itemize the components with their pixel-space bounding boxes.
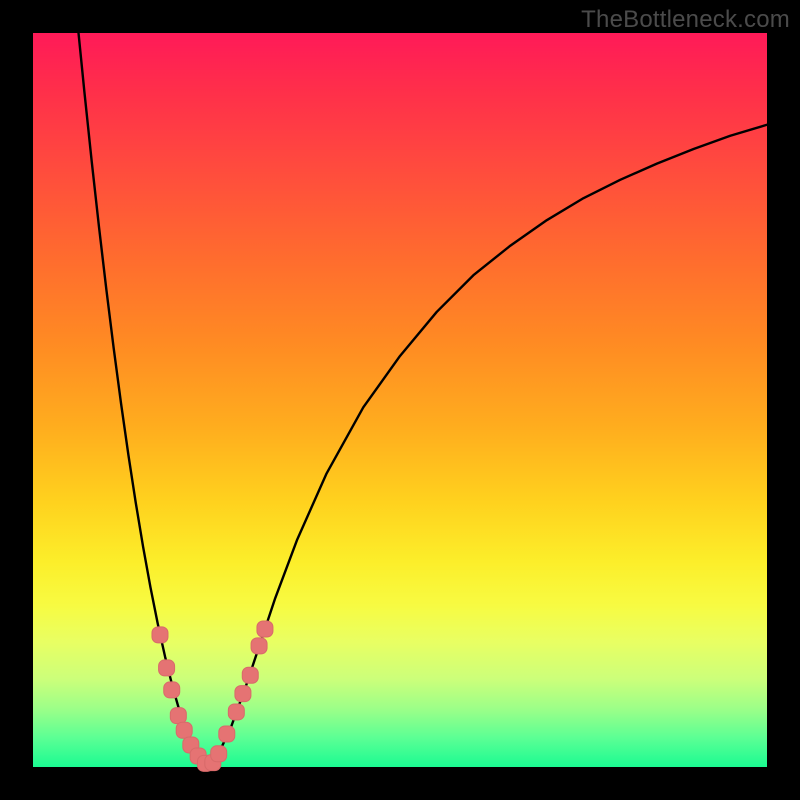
curve-marker	[219, 726, 235, 742]
curve-marker	[242, 667, 258, 683]
curve-marker	[211, 746, 227, 762]
curve-marker	[235, 686, 251, 702]
curve-marker	[257, 621, 273, 637]
curve-marker	[251, 638, 267, 654]
curve-layer	[33, 33, 767, 767]
curve-marker	[228, 704, 244, 720]
marker-group	[152, 621, 273, 771]
watermark-text: TheBottleneck.com	[581, 6, 790, 34]
curve-marker	[164, 682, 180, 698]
curve-marker	[176, 722, 192, 738]
curve-marker	[170, 708, 186, 724]
bottleneck-curve	[79, 33, 767, 767]
curve-marker	[159, 660, 175, 676]
chart-frame: TheBottleneck.com	[0, 0, 800, 800]
plot-area	[33, 33, 767, 767]
curve-marker	[152, 627, 168, 643]
